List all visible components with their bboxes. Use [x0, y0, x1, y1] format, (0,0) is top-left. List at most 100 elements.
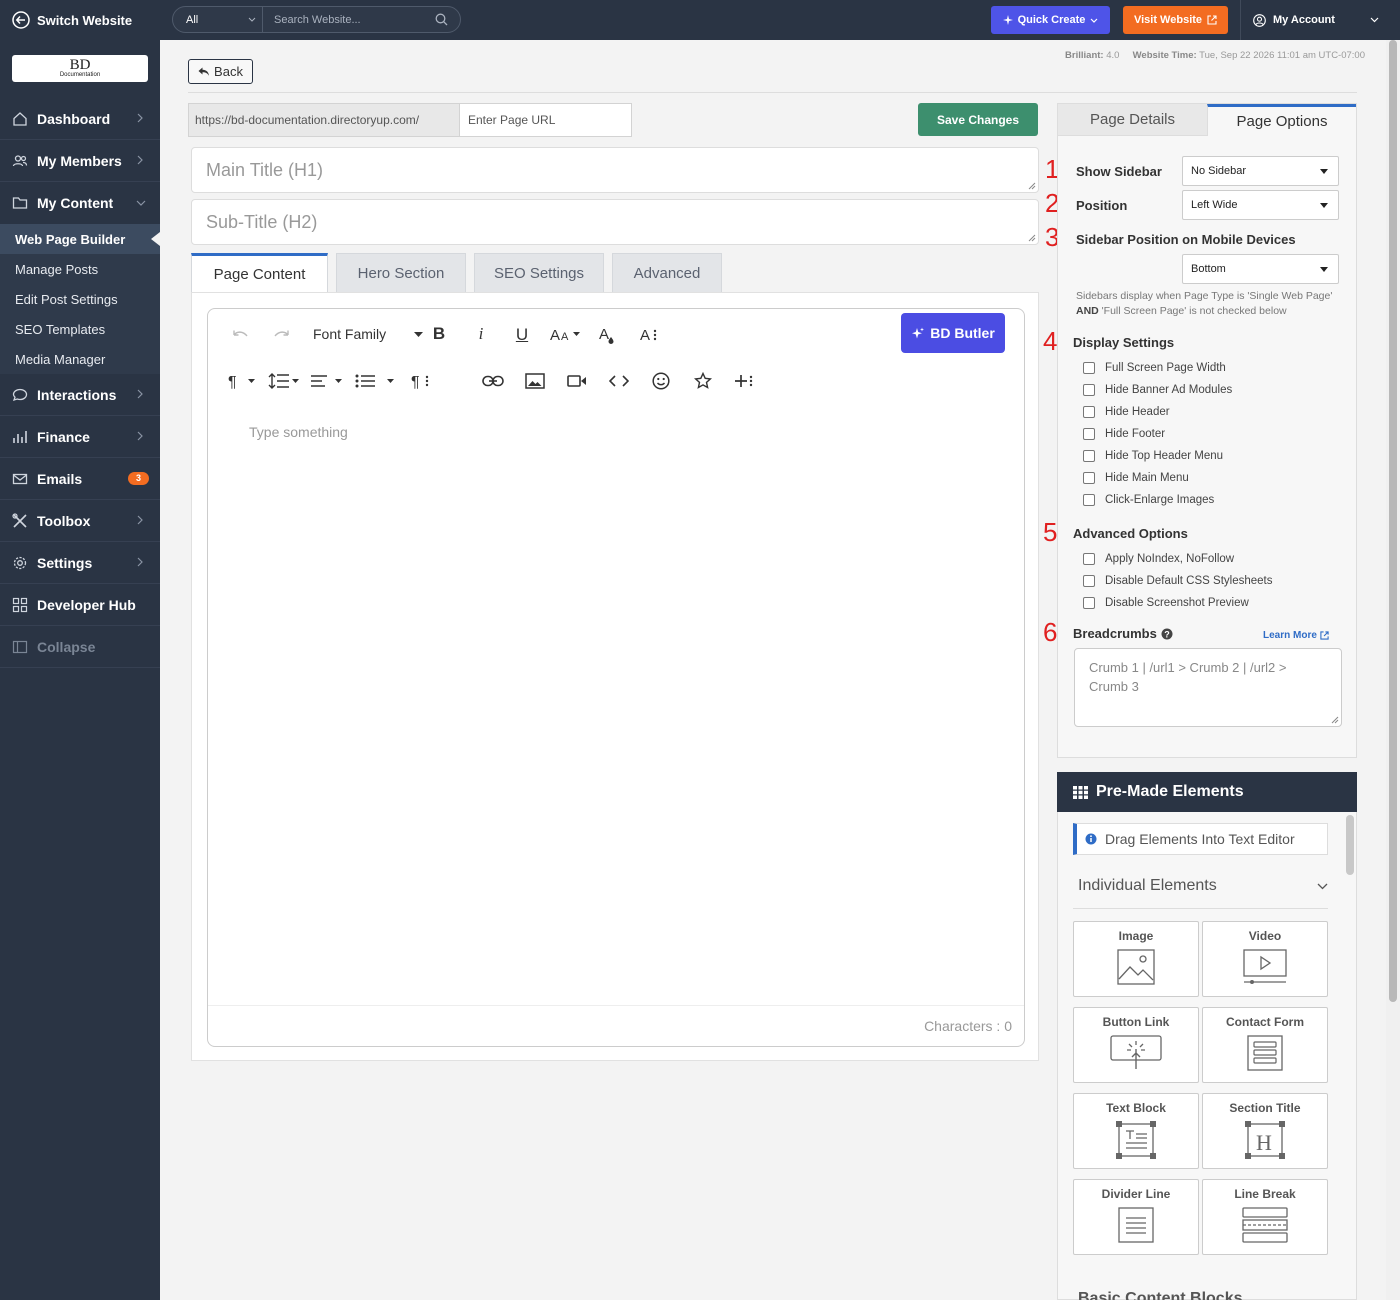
element-contact-form[interactable]: Contact Form: [1202, 1007, 1328, 1083]
undo-icon[interactable]: [230, 326, 250, 342]
mobile-position-select[interactable]: Bottom: [1182, 254, 1339, 284]
paragraph-format-icon[interactable]: ¶: [228, 371, 258, 391]
resize-handle-icon[interactable]: [1028, 234, 1036, 242]
site-logo[interactable]: BD Documentation: [12, 55, 148, 82]
tab-page-details[interactable]: Page Details: [1058, 104, 1207, 136]
element-divider-line[interactable]: Divider Line: [1073, 1179, 1199, 1255]
learn-more-link[interactable]: Learn More: [1263, 630, 1329, 641]
link-icon[interactable]: [482, 371, 504, 391]
font-size-icon[interactable]: AA: [550, 324, 582, 344]
sidebar-item-finance[interactable]: Finance: [0, 416, 160, 458]
checkbox[interactable]: [1083, 428, 1095, 440]
checkbox[interactable]: [1083, 597, 1095, 609]
sidebar-item-seo-templates[interactable]: SEO Templates: [0, 314, 160, 344]
checkbox-hide-top-header-menu[interactable]: Hide Top Header Menu: [1083, 450, 1223, 462]
text-style-icon[interactable]: A: [639, 324, 661, 344]
search-scope-select[interactable]: All: [173, 7, 263, 32]
sidebar-item-dashboard[interactable]: Dashboard: [0, 98, 160, 140]
help-circle-icon[interactable]: ?: [1161, 628, 1173, 640]
visit-website-button[interactable]: Visit Website: [1123, 6, 1228, 34]
checkbox[interactable]: [1083, 384, 1095, 396]
emoji-icon[interactable]: [650, 371, 672, 391]
italic-icon[interactable]: i: [472, 324, 490, 344]
basic-content-blocks-label[interactable]: Basic Content Blocks: [1078, 1290, 1242, 1300]
scrollbar-thumb[interactable]: [1389, 40, 1397, 1002]
checkbox-click-enlarge-images[interactable]: Click-Enlarge Images: [1083, 494, 1214, 506]
checkbox-noindex-nofollow[interactable]: Apply NoIndex, NoFollow: [1083, 553, 1234, 565]
checkbox[interactable]: [1083, 406, 1095, 418]
checkbox[interactable]: [1083, 472, 1095, 484]
page-url-input[interactable]: [459, 103, 632, 137]
switch-website-button[interactable]: Switch Website: [0, 0, 160, 40]
sidebar-item-collapse[interactable]: Collapse: [0, 626, 160, 668]
paragraph-style-icon[interactable]: ¶: [411, 371, 433, 391]
resize-handle-icon[interactable]: [1028, 182, 1036, 190]
resize-handle-icon[interactable]: [1331, 716, 1339, 724]
code-icon[interactable]: [608, 371, 630, 391]
checkbox[interactable]: [1083, 494, 1095, 506]
checkbox[interactable]: [1083, 575, 1095, 587]
sidebar-item-my-members[interactable]: My Members: [0, 140, 160, 182]
element-section-title[interactable]: Section Title H: [1202, 1093, 1328, 1169]
search-input[interactable]: [263, 13, 435, 26]
text-color-icon[interactable]: A: [597, 324, 617, 346]
tab-advanced[interactable]: Advanced: [612, 253, 722, 292]
checkbox-disable-screenshot[interactable]: Disable Screenshot Preview: [1083, 597, 1249, 609]
sidebar-item-my-content[interactable]: My Content: [0, 182, 160, 224]
bold-icon[interactable]: B: [430, 324, 448, 344]
sidebar-item-toolbox[interactable]: Toolbox: [0, 500, 160, 542]
info-icon: [1085, 833, 1097, 845]
tab-page-content[interactable]: Page Content: [191, 253, 328, 292]
back-button[interactable]: Back: [188, 59, 253, 84]
underline-icon[interactable]: U: [513, 324, 531, 346]
position-select[interactable]: Left Wide: [1182, 190, 1339, 220]
checkbox[interactable]: [1083, 553, 1095, 565]
font-family-select[interactable]: Font Family: [313, 323, 423, 345]
sub-title-input[interactable]: Sub-Title (H2): [191, 199, 1039, 245]
editor-placeholder[interactable]: Type something: [249, 424, 348, 440]
breadcrumbs-textarea[interactable]: Crumb 1 | /url1 > Crumb 2 | /url2 > Crum…: [1074, 648, 1342, 727]
sidebar-item-settings[interactable]: Settings: [0, 542, 160, 584]
sidebar-item-web-page-builder[interactable]: Web Page Builder: [0, 224, 160, 254]
tab-page-options[interactable]: Page Options: [1207, 104, 1356, 136]
image-icon[interactable]: [524, 371, 546, 391]
align-icon[interactable]: [310, 371, 344, 391]
element-button-link[interactable]: Button Link: [1073, 1007, 1199, 1083]
sidebar-item-interactions[interactable]: Interactions: [0, 374, 160, 416]
checkbox[interactable]: [1083, 362, 1095, 374]
checkbox-hide-footer[interactable]: Hide Footer: [1083, 428, 1165, 440]
sidebar-item-media-manager[interactable]: Media Manager: [0, 344, 160, 374]
main-title-input[interactable]: Main Title (H1): [191, 147, 1039, 193]
element-image[interactable]: Image: [1073, 921, 1199, 997]
sidebar-item-emails[interactable]: Emails 3: [0, 458, 160, 500]
search-icon[interactable]: [435, 13, 448, 26]
checkbox-hide-banner-ads[interactable]: Hide Banner Ad Modules: [1083, 384, 1232, 396]
more-plus-icon[interactable]: [734, 371, 756, 391]
panel-scrollbar[interactable]: [1346, 815, 1354, 875]
tab-seo-settings[interactable]: SEO Settings: [474, 253, 604, 292]
show-sidebar-select[interactable]: No Sidebar: [1182, 156, 1339, 186]
element-line-break[interactable]: Line Break: [1202, 1179, 1328, 1255]
line-height-icon[interactable]: [268, 371, 300, 391]
individual-elements-toggle[interactable]: Individual Elements: [1078, 877, 1328, 895]
element-text-block[interactable]: Text Block: [1073, 1093, 1199, 1169]
star-icon[interactable]: [692, 371, 714, 391]
checkbox-hide-main-menu[interactable]: Hide Main Menu: [1083, 472, 1189, 484]
bd-butler-button[interactable]: BD Butler: [901, 313, 1005, 353]
tab-hero-section[interactable]: Hero Section: [336, 253, 466, 292]
element-video[interactable]: Video: [1202, 921, 1328, 997]
list-icon[interactable]: [355, 371, 399, 391]
checkbox[interactable]: [1083, 450, 1095, 462]
save-changes-button[interactable]: Save Changes: [918, 103, 1038, 136]
page-scrollbar[interactable]: [1386, 40, 1400, 1300]
sidebar-item-developer-hub[interactable]: Developer Hub: [0, 584, 160, 626]
checkbox-disable-css[interactable]: Disable Default CSS Stylesheets: [1083, 575, 1272, 587]
sidebar-item-edit-post-settings[interactable]: Edit Post Settings: [0, 284, 160, 314]
quick-create-button[interactable]: Quick Create: [991, 6, 1110, 34]
checkbox-hide-header[interactable]: Hide Header: [1083, 406, 1170, 418]
my-account-menu[interactable]: My Account: [1240, 0, 1385, 40]
video-icon[interactable]: [566, 371, 588, 391]
redo-icon[interactable]: [272, 326, 292, 342]
checkbox-full-screen-width[interactable]: Full Screen Page Width: [1083, 362, 1226, 374]
sidebar-item-manage-posts[interactable]: Manage Posts: [0, 254, 160, 284]
